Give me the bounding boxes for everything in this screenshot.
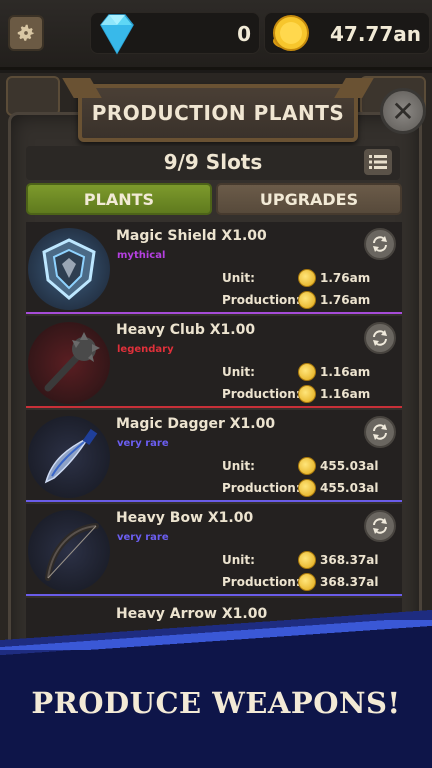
item-thumbnail: [28, 228, 110, 310]
background-tab-left: [6, 76, 60, 116]
list-item[interactable]: Magic Dagger X1.00 very rare Unit: 455.0…: [26, 410, 402, 502]
gem-counter[interactable]: 0: [90, 12, 260, 55]
diamond-icon: [100, 14, 134, 55]
gold-counter[interactable]: 47.77an: [264, 12, 430, 54]
rarity-border: [26, 500, 402, 502]
refresh-button[interactable]: [364, 322, 396, 354]
production-value: 368.37al: [320, 575, 379, 589]
unit-label: Unit:: [222, 459, 255, 473]
gold-coin-stack-icon: [273, 15, 309, 51]
refresh-button[interactable]: [364, 510, 396, 542]
item-thumbnail: [28, 416, 110, 498]
unit-value: 1.76am: [320, 271, 371, 285]
tab-plants[interactable]: PLANTS: [26, 183, 212, 215]
production-label: Production:: [222, 575, 301, 589]
promo-text: PRODUCE WEAPONS!: [31, 686, 401, 720]
refresh-button[interactable]: [364, 416, 396, 448]
unit-label: Unit:: [222, 365, 255, 379]
slots-count: 9/9 Slots: [163, 150, 263, 174]
item-rarity: mythical: [117, 250, 166, 261]
close-icon: ✕: [391, 94, 415, 128]
list-item[interactable]: Heavy Club X1.00 legendary Unit: 1.16am …: [26, 316, 402, 408]
coin-icon: [298, 551, 316, 569]
dagger-icon: [44, 428, 98, 484]
tab-upgrades[interactable]: UPGRADES: [216, 183, 402, 215]
item-thumbnail: [28, 322, 110, 404]
production-value: 455.03al: [320, 481, 379, 495]
rarity-border: [26, 406, 402, 408]
unit-label: Unit:: [222, 553, 255, 567]
coin-icon: [298, 479, 316, 497]
refresh-icon: [373, 424, 387, 440]
rarity-border: [26, 594, 402, 596]
plants-list[interactable]: Magic Shield X1.00 mythical Unit: 1.76am…: [26, 222, 402, 622]
item-rarity: legendary: [117, 344, 174, 355]
production-row: Production: 1.16am: [222, 384, 398, 404]
settings-button[interactable]: [8, 15, 44, 51]
coin-icon: [298, 573, 316, 591]
bow-icon: [45, 523, 99, 581]
unit-value: 368.37al: [320, 553, 379, 567]
item-name: Magic Shield X1.00: [116, 228, 267, 244]
production-row: Production: 368.37al: [222, 572, 398, 592]
shield-icon: [42, 238, 96, 300]
production-row: Production: 1.76am: [222, 290, 398, 310]
unit-label: Unit:: [222, 271, 255, 285]
rarity-border: [26, 312, 402, 314]
refresh-icon: [373, 518, 387, 534]
refresh-icon: [373, 330, 387, 346]
production-label: Production:: [222, 293, 301, 307]
coin-icon: [298, 385, 316, 403]
list-view-button[interactable]: [364, 149, 392, 175]
list-item[interactable]: Heavy Bow X1.00 very rare Unit: 368.37al…: [26, 504, 402, 596]
list-item[interactable]: Magic Shield X1.00 mythical Unit: 1.76am…: [26, 222, 402, 314]
tab-plants-label: PLANTS: [83, 189, 155, 209]
promo-stripe: [0, 620, 432, 650]
item-name: Magic Dagger X1.00: [116, 416, 276, 432]
unit-row: Unit: 1.76am: [222, 268, 398, 288]
item-rarity: very rare: [117, 438, 169, 449]
club-icon: [44, 332, 100, 392]
unit-row: Unit: 455.03al: [222, 456, 398, 476]
unit-row: Unit: 368.37al: [222, 550, 398, 570]
tab-upgrades-label: UPGRADES: [259, 189, 359, 209]
production-value: 1.76am: [320, 293, 371, 307]
production-value: 1.16am: [320, 387, 371, 401]
production-label: Production:: [222, 481, 301, 495]
coin-icon: [298, 457, 316, 475]
panel-title: PRODUCTION PLANTS: [91, 101, 345, 125]
production-label: Production:: [222, 387, 301, 401]
item-name: Heavy Club X1.00: [116, 322, 256, 338]
gold-count: 47.77an: [330, 22, 421, 46]
item-thumbnail: [28, 510, 110, 592]
close-button[interactable]: ✕: [380, 88, 426, 134]
coin-icon: [298, 363, 316, 381]
gear-icon: [17, 24, 35, 41]
coin-icon: [298, 269, 316, 287]
unit-value: 1.16am: [320, 365, 371, 379]
item-name: Heavy Bow X1.00: [116, 510, 254, 526]
production-row: Production: 455.03al: [222, 478, 398, 498]
gem-count: 0: [237, 22, 251, 46]
list-icon: [369, 155, 387, 169]
panel-title-banner: PRODUCTION PLANTS: [78, 84, 358, 142]
slots-bar: 9/9 Slots: [26, 146, 400, 180]
item-rarity: very rare: [117, 532, 169, 543]
unit-value: 455.03al: [320, 459, 379, 473]
refresh-button[interactable]: [364, 228, 396, 260]
refresh-icon: [373, 236, 387, 252]
unit-row: Unit: 1.16am: [222, 362, 398, 382]
coin-icon: [298, 291, 316, 309]
top-bar: 0 47.77an: [0, 0, 432, 70]
